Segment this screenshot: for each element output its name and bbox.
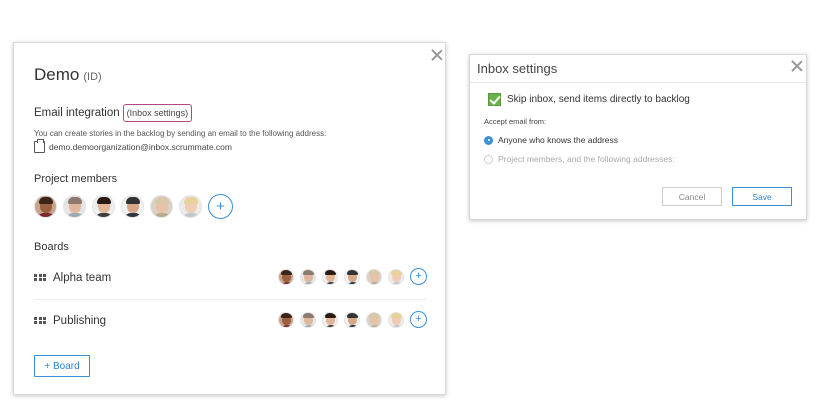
save-button[interactable]: Save (732, 187, 792, 206)
skip-inbox-label[interactable]: Skip inbox, send items directly to backl… (507, 94, 690, 105)
inbox-settings-link[interactable]: (Inbox settings) (122, 104, 193, 122)
board-grid-icon (34, 273, 47, 283)
radio-label[interactable]: Project members, and the following addre… (498, 154, 675, 164)
accept-option-anyone[interactable]: Anyone who knows the address (484, 135, 618, 145)
avatar[interactable] (366, 268, 382, 285)
accept-option-members[interactable]: Project members, and the following addre… (484, 154, 675, 164)
email-integration-label: Email integration (34, 107, 120, 119)
board-members: + (278, 268, 427, 285)
radio-unselected[interactable] (484, 154, 493, 164)
board-name[interactable]: Alpha team (53, 272, 111, 284)
inbox-settings-dialog: Inbox settings Skip inbox, send items di… (469, 54, 807, 220)
avatar[interactable] (121, 195, 144, 218)
skip-inbox-row[interactable]: Skip inbox, send items directly to backl… (488, 93, 690, 106)
avatar[interactable] (63, 195, 86, 218)
project-title-row: Demo (ID) (34, 65, 102, 85)
avatar[interactable] (366, 311, 382, 328)
board-grid-icon (34, 316, 47, 326)
dialog-title: Inbox settings (477, 61, 558, 76)
avatar[interactable] (300, 268, 316, 285)
email-integration-row: Email integration (Inbox settings) (34, 104, 193, 122)
board-row[interactable]: Alpha team + (34, 265, 427, 291)
clipboard-icon[interactable] (34, 139, 45, 153)
avatar[interactable] (34, 195, 57, 218)
avatar[interactable] (278, 268, 294, 285)
close-icon[interactable] (790, 59, 804, 73)
avatar[interactable] (388, 311, 404, 328)
cancel-button[interactable]: Cancel (662, 187, 722, 206)
skip-inbox-checkbox[interactable] (488, 93, 501, 106)
avatar[interactable] (322, 268, 338, 285)
add-member-button[interactable]: + (208, 194, 233, 219)
accept-email-label: Accept email from: (484, 117, 547, 126)
radio-label[interactable]: Anyone who knows the address (498, 135, 618, 145)
email-description: You can create stories in the backlog by… (34, 129, 327, 138)
project-members-label: Project members (34, 173, 118, 185)
avatar[interactable] (179, 195, 202, 218)
avatar[interactable] (300, 311, 316, 328)
avatar[interactable] (150, 195, 173, 218)
add-board-member-button[interactable]: + (410, 311, 427, 328)
project-members-list: + (34, 194, 233, 219)
boards-label: Boards (34, 241, 69, 253)
email-address: demo.demoorganization@inbox.scrummate.co… (49, 142, 232, 152)
close-icon[interactable] (430, 48, 444, 62)
avatar[interactable] (388, 268, 404, 285)
project-title: Demo (34, 65, 80, 84)
email-address-row: demo.demoorganization@inbox.scrummate.co… (34, 139, 232, 153)
divider (470, 82, 806, 83)
avatar[interactable] (278, 311, 294, 328)
board-name[interactable]: Publishing (53, 315, 106, 327)
avatar[interactable] (344, 268, 360, 285)
avatar[interactable] (344, 311, 360, 328)
add-board-button[interactable]: + Board (34, 355, 90, 377)
radio-selected[interactable] (484, 135, 493, 145)
add-board-member-button[interactable]: + (410, 268, 427, 285)
avatar[interactable] (92, 195, 115, 218)
avatar[interactable] (322, 311, 338, 328)
divider (34, 299, 427, 300)
project-settings-panel: Demo (ID) Email integration (Inbox setti… (13, 42, 446, 395)
board-row[interactable]: Publishing + (34, 308, 427, 334)
board-members: + (278, 311, 427, 328)
project-id-label: (ID) (83, 71, 102, 83)
